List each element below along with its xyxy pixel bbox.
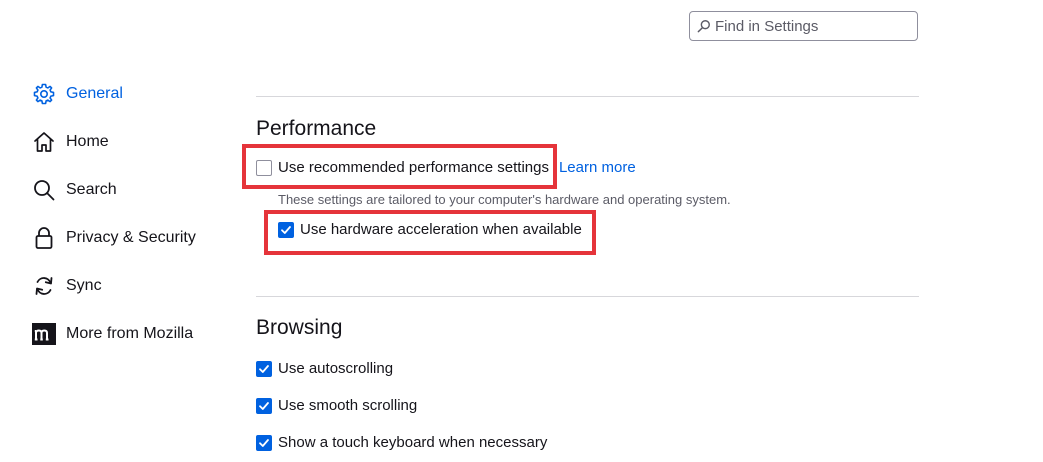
learn-more-link[interactable]: Learn more (559, 159, 636, 176)
sidebar-item-privacy[interactable]: Privacy & Security (32, 214, 196, 262)
search-input[interactable] (715, 17, 905, 35)
smooth-scrolling-setting[interactable]: Use smooth scrolling (256, 397, 417, 414)
sidebar-item-label: General (66, 85, 123, 102)
browsing-title: Browsing (256, 316, 343, 339)
sidebar-item-label: More from Mozilla (66, 325, 194, 342)
search-box[interactable] (689, 11, 918, 41)
sync-icon (32, 274, 56, 298)
home-icon (32, 130, 56, 154)
sidebar-item-search[interactable]: Search (32, 166, 196, 214)
performance-title: Performance (256, 117, 377, 140)
performance-description: These settings are tailored to your comp… (278, 192, 731, 207)
sidebar-item-home[interactable]: Home (32, 118, 196, 166)
search-icon (697, 20, 710, 33)
touch-keyboard-setting[interactable]: Show a touch keyboard when necessary (256, 434, 547, 451)
sidebar-item-general[interactable]: General (32, 70, 196, 118)
highlight-box (264, 210, 596, 255)
mozilla-logo-icon (32, 322, 56, 346)
sidebar-item-sync[interactable]: Sync (32, 262, 196, 310)
highlight-box (242, 144, 557, 189)
touch-keyboard-checkbox[interactable] (256, 434, 272, 451)
sidebar-item-more-from-mozilla[interactable]: More from Mozilla (32, 310, 196, 358)
sidebar-item-label: Sync (66, 277, 102, 294)
separator (256, 96, 919, 97)
sidebar-item-label: Home (66, 133, 109, 150)
sidebar-item-label: Privacy & Security (66, 229, 196, 246)
autoscrolling-setting[interactable]: Use autoscrolling (256, 360, 393, 377)
sidebar: General Home Search Privacy & Security S… (32, 70, 196, 358)
checkmark-icon (259, 438, 269, 447)
checkmark-icon (259, 401, 269, 410)
lock-icon (32, 226, 56, 250)
autoscrolling-label[interactable]: Use autoscrolling (278, 360, 393, 377)
search-icon (32, 178, 56, 202)
smooth-scrolling-label[interactable]: Use smooth scrolling (278, 397, 417, 414)
separator (256, 296, 919, 297)
sidebar-item-label: Search (66, 181, 117, 198)
smooth-scrolling-checkbox[interactable] (256, 397, 272, 414)
touch-keyboard-label[interactable]: Show a touch keyboard when necessary (278, 434, 547, 451)
autoscrolling-checkbox[interactable] (256, 360, 272, 377)
checkmark-icon (259, 364, 269, 373)
gear-icon (32, 82, 56, 106)
